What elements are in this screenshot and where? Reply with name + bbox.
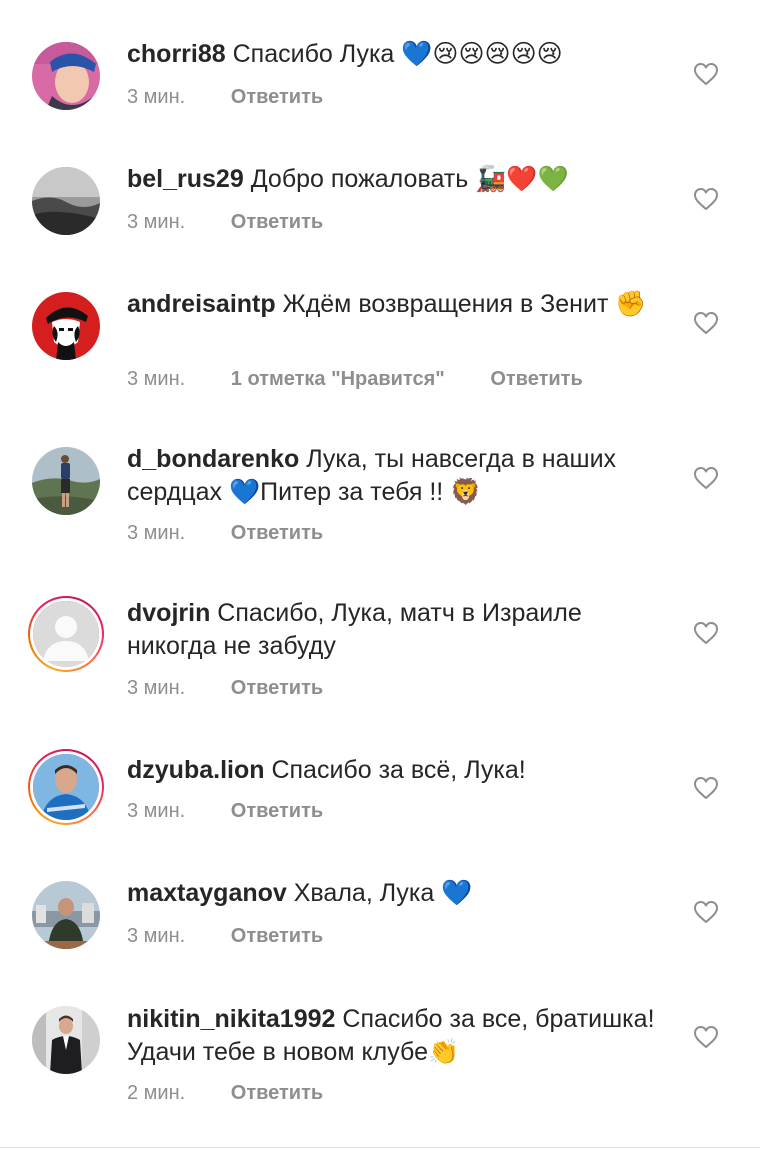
comment-text: d_bondarenko Лука, ты навсегда в наших с…: [127, 443, 672, 509]
comment-username[interactable]: maxtayganov: [127, 879, 287, 907]
comment-username[interactable]: bel_rus29: [127, 165, 244, 193]
comment-meta: 3 мин. 1 отметка "Нравится" Ответить: [127, 367, 583, 391]
comment-meta: 3 мин. Ответить: [127, 799, 323, 823]
avatar[interactable]: [28, 288, 104, 364]
reply-button[interactable]: Ответить: [231, 925, 323, 947]
like-heart-icon[interactable]: [693, 187, 719, 211]
avatar[interactable]: [28, 38, 104, 114]
avatar[interactable]: [28, 1002, 104, 1078]
comment-username[interactable]: andreisaintp: [127, 290, 276, 318]
comment-meta: 3 мин. Ответить: [127, 85, 323, 109]
like-heart-icon[interactable]: [693, 1025, 719, 1049]
like-heart-icon[interactable]: [693, 621, 719, 645]
comment-meta: 2 мин. Ответить: [127, 1081, 323, 1105]
avatar[interactable]: [28, 443, 104, 519]
comment-body: Ждём возвращения в Зенит ✊: [282, 290, 647, 318]
likes-count-link[interactable]: 1 отметка "Нравится": [231, 368, 445, 390]
like-heart-icon[interactable]: [693, 311, 719, 335]
comment-text: andreisaintp Ждём возвращения в Зенит ✊: [127, 288, 672, 321]
reply-button[interactable]: Ответить: [231, 522, 323, 544]
comment-time: 3 мин.: [127, 86, 186, 108]
divider: [0, 1147, 760, 1148]
comment-body: Спасибо Лука 💙😢😢😢😢😢: [232, 40, 563, 68]
comment-text: chorri88 Спасибо Лука 💙😢😢😢😢😢: [127, 38, 672, 71]
avatar[interactable]: [28, 596, 104, 672]
comment-time: 3 мин.: [127, 368, 186, 390]
reply-button[interactable]: Ответить: [231, 86, 323, 108]
comment-meta: 3 мин. Ответить: [127, 521, 323, 545]
comment-username[interactable]: chorri88: [127, 40, 226, 68]
comment-text: dzyuba.lion Спасибо за всё, Лука!: [127, 754, 672, 787]
comment-time: 3 мин.: [127, 211, 186, 233]
reply-button[interactable]: Ответить: [231, 677, 323, 699]
comment-text: maxtayganov Хвала, Лука 💙: [127, 877, 672, 910]
comment-time: 3 мин.: [127, 677, 186, 699]
comment-username[interactable]: nikitin_nikita1992: [127, 1005, 335, 1033]
comment-body: Хвала, Лука 💙: [293, 879, 473, 907]
comment-meta: 3 мин. Ответить: [127, 676, 323, 700]
reply-button[interactable]: Ответить: [231, 1082, 323, 1104]
comment-text: dvojrin Спасибо, Лука, матч в Израиле ни…: [127, 597, 672, 663]
comment-username[interactable]: d_bondarenko: [127, 445, 299, 473]
comment-time: 3 мин.: [127, 925, 186, 947]
like-heart-icon[interactable]: [693, 62, 719, 86]
reply-button[interactable]: Ответить: [231, 211, 323, 233]
comment-body: Спасибо за всё, Лука!: [271, 756, 526, 784]
like-heart-icon[interactable]: [693, 776, 719, 800]
comment-username[interactable]: dvojrin: [127, 599, 210, 627]
comment-text: nikitin_nikita1992 Спасибо за все, брати…: [127, 1003, 672, 1069]
comment-meta: 3 мин. Ответить: [127, 210, 323, 234]
reply-button[interactable]: Ответить: [490, 368, 582, 390]
comment-time: 3 мин.: [127, 800, 186, 822]
like-heart-icon[interactable]: [693, 900, 719, 924]
avatar[interactable]: [28, 749, 104, 825]
comment-body: Добро пожаловать 🚂❤️💚: [250, 165, 569, 193]
comment-time: 3 мин.: [127, 522, 186, 544]
comment-text: bel_rus29 Добро пожаловать 🚂❤️💚: [127, 163, 672, 196]
reply-button[interactable]: Ответить: [231, 800, 323, 822]
comment-time: 2 мин.: [127, 1082, 186, 1104]
avatar[interactable]: [28, 877, 104, 953]
avatar[interactable]: [28, 163, 104, 239]
comment-username[interactable]: dzyuba.lion: [127, 756, 265, 784]
comment-meta: 3 мин. Ответить: [127, 924, 323, 948]
like-heart-icon[interactable]: [693, 466, 719, 490]
